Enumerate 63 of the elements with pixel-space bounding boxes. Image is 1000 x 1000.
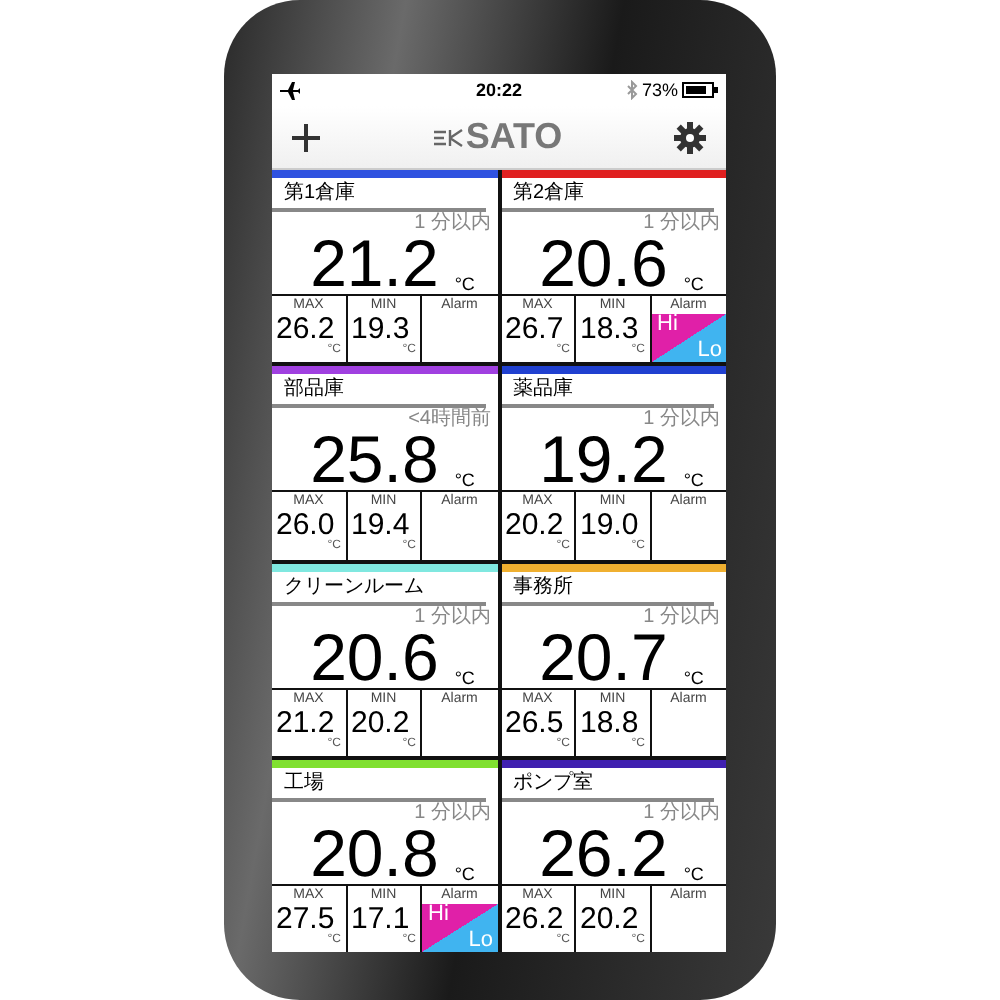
temperature-value: 20.7 [539,627,668,687]
stat-value: 18.3 [578,314,639,344]
temperature-unit: °C [683,667,704,687]
temperature-unit: °C [454,863,475,884]
sensor-name: 薬品庫 [501,374,714,409]
update-time: 1 分以内 [641,605,722,627]
update-time: 1 分以内 [641,212,722,234]
add-button[interactable] [288,119,324,155]
status-time: 20:22 [475,80,523,100]
stat-value: 27.5 [274,903,335,934]
stat-value: 19.3 [349,314,410,344]
stat-value: 20.2 [578,903,639,934]
gear-icon [674,121,706,153]
stat-value: 26.5 [503,707,564,737]
temperature-unit: °C [454,470,475,491]
sensor-name: 第1倉庫 [272,178,485,212]
bluetooth-icon [625,80,638,100]
temperature-unit: °C [683,863,704,884]
temperature-value: 20.6 [310,627,439,687]
temperature-value: 20.8 [310,823,439,884]
temperature-value: 21.2 [310,234,439,294]
stat-value: 18.8 [578,707,639,737]
stat-value: 20.2 [503,510,564,541]
plus-icon [292,123,320,151]
alarm-hi: Hi [426,903,449,926]
battery-icon [682,82,718,98]
logo-text: SATO [465,116,563,158]
sensor-name: クリーンルーム [272,571,485,605]
stat-value: 19.4 [349,510,410,541]
update-time: 1 分以内 [412,605,493,627]
stat-value: 21.2 [274,707,335,737]
update-time: <4時間前 [406,408,493,431]
temperature-value: 26.2 [539,823,668,884]
temperature-value: 20.6 [539,234,668,294]
airplane-icon [280,81,300,99]
stat-value: 17.1 [349,903,410,934]
sensor-name: 第2倉庫 [501,178,714,212]
sensor-name: ポンプ室 [501,767,714,802]
temperature-unit: °C [454,667,475,687]
alarm-lo: Lo [468,930,495,952]
settings-button[interactable] [670,117,710,157]
update-time: 1 分以内 [641,408,722,431]
stat-value: 26.7 [503,314,564,344]
battery-percent: 73% [641,80,678,100]
logo-mark-icon [431,127,464,147]
stat-value: 19.0 [578,510,639,541]
update-time: 1 分以内 [412,801,493,824]
sensor-name: 事務所 [501,571,714,605]
sensor-name: 工場 [272,767,485,802]
temperature-unit: °C [683,274,704,294]
stat-value: 26.2 [503,903,564,934]
stat-value: 26.2 [274,314,335,344]
temperature-unit: °C [683,470,704,491]
stat-value: 20.2 [349,707,410,737]
temperature-unit: °C [454,274,475,294]
temperature-value: 19.2 [539,430,668,491]
alarm-hi: Hi [655,314,678,336]
stat-value: 26.0 [274,510,335,541]
update-time: 1 分以内 [641,801,722,824]
sensor-name: 部品庫 [272,374,485,409]
update-time: 1 分以内 [412,212,493,234]
alarm-lo: Lo [697,340,724,363]
temperature-value: 25.8 [310,430,439,491]
